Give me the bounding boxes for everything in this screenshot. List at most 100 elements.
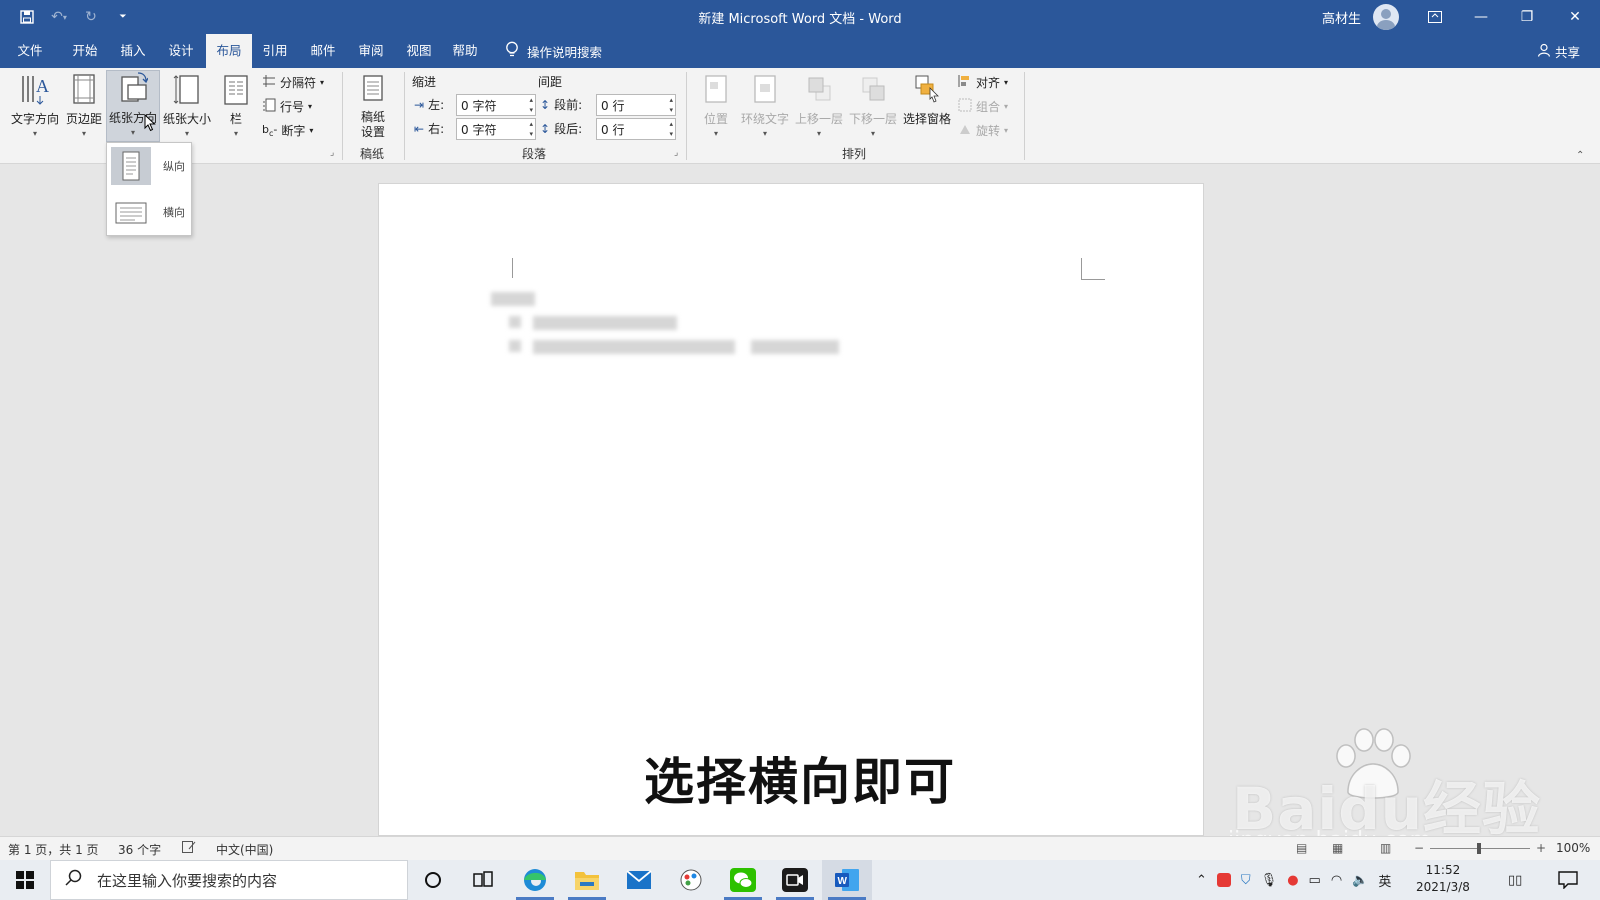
group-objects-icon [958, 98, 972, 115]
web-layout-icon[interactable]: ▥ [1380, 841, 1391, 855]
indent-right-input[interactable]: 0 字符 ▴ ▾ [456, 118, 536, 140]
send-backward-icon [858, 72, 888, 108]
tab-file[interactable]: 文件 [8, 34, 52, 68]
portrait-label: 纵向 [163, 160, 185, 173]
file-explorer-icon[interactable] [562, 860, 612, 900]
wifi-icon[interactable]: ◠ [1331, 873, 1342, 888]
wrap-text-button[interactable]: 环绕文字 ▾ [738, 72, 792, 138]
zoom-out-icon[interactable]: − [1414, 841, 1424, 855]
ime-indicator[interactable]: 英 [1378, 871, 1391, 890]
avatar[interactable] [1373, 4, 1399, 30]
position-label: 位置 [703, 112, 728, 126]
group-objects-button[interactable]: 组合 ▾ [958, 98, 1008, 115]
taskbar-search-input[interactable]: 在这里输入你要搜索的内容 [50, 860, 408, 900]
margins-button[interactable]: 页边距 ▾ [62, 72, 106, 138]
battery-icon[interactable]: ▭ [1309, 873, 1321, 888]
position-button[interactable]: 位置 ▾ [698, 72, 734, 138]
close-icon[interactable]: ✕ [1552, 0, 1598, 34]
cortana-icon[interactable] [408, 860, 458, 900]
spacing-before-input[interactable]: 0 行 ▴ ▾ [596, 94, 676, 116]
user-name[interactable]: 高材生 [1322, 8, 1361, 27]
indent-right-icon: ⇤ [414, 121, 425, 136]
wrap-text-icon [750, 72, 780, 108]
word-count[interactable]: 36 个字 [118, 841, 161, 858]
tell-me-search[interactable]: 操作说明搜索 [505, 34, 602, 68]
windows-start-icon[interactable] [0, 860, 50, 900]
video-recorder-icon[interactable] [770, 860, 820, 900]
mail-icon[interactable] [614, 860, 664, 900]
ribbon-display-options-icon[interactable] [1412, 0, 1458, 34]
tab-review[interactable]: 审阅 [348, 34, 394, 68]
zoom-slider-thumb[interactable] [1477, 843, 1481, 854]
hyphenation-icon: bc- [262, 122, 278, 139]
margins-label: 页边距 [65, 112, 102, 126]
read-mode-icon[interactable]: ▤ [1296, 841, 1307, 855]
taskbar-clock[interactable]: 11:52 2021/3/8 [1416, 862, 1470, 896]
page-setup-launcher-icon[interactable]: ⌟ [330, 148, 334, 158]
paint-app-icon[interactable] [666, 860, 716, 900]
text-direction-button[interactable]: A 文字方向 ▾ [8, 72, 62, 138]
blurred-text [509, 316, 521, 328]
tab-view[interactable]: 视图 [396, 34, 442, 68]
columns-icon [221, 72, 251, 108]
tab-design[interactable]: 设计 [158, 34, 204, 68]
bring-forward-button[interactable]: 上移一层 ▾ [792, 72, 846, 138]
svg-text:W: W [838, 876, 848, 887]
tab-references[interactable]: 引用 [252, 34, 298, 68]
hyphenation-button[interactable]: bc- 断字 ▾ [262, 122, 313, 139]
tab-insert[interactable]: 插入 [110, 34, 156, 68]
paragraph-launcher-icon[interactable]: ⌟ [674, 148, 678, 158]
spacing-after-input[interactable]: 0 行 ▴ ▾ [596, 118, 676, 140]
shield-icon[interactable]: ⛉ [1241, 873, 1251, 888]
qq-icon[interactable]: ● [1287, 873, 1298, 888]
tab-home[interactable]: 开始 [62, 34, 108, 68]
collapse-ribbon-icon[interactable]: ⌃ [1576, 150, 1584, 161]
paragraph-group-label: 段落 [522, 147, 547, 161]
spacing-before-label: ↕ 段前: [540, 97, 583, 113]
proofing-icon[interactable] [182, 841, 196, 856]
person-icon [1537, 43, 1551, 60]
manuscript-setup-button[interactable]: 稿纸 设置 [350, 72, 396, 140]
align-button[interactable]: 对齐 ▾ [958, 74, 1008, 91]
page-count[interactable]: 第 1 页，共 1 页 [8, 841, 99, 858]
tab-layout[interactable]: 布局 [206, 34, 252, 68]
send-backward-button[interactable]: 下移一层 ▾ [846, 72, 900, 138]
tab-mailings[interactable]: 邮件 [300, 34, 346, 68]
restore-icon[interactable]: ❐ [1504, 0, 1550, 34]
volume-icon[interactable]: 🔈 [1352, 873, 1368, 888]
tab-help[interactable]: 帮助 [442, 34, 488, 68]
selection-pane-label: 选择窗格 [902, 112, 951, 126]
tray-app-icon[interactable] [1216, 873, 1231, 887]
share-button[interactable]: 共享 [1537, 34, 1580, 68]
language-indicator[interactable]: 中文(中国) [216, 841, 273, 858]
meet-now-icon[interactable]: ▯▯ [1508, 860, 1522, 900]
notification-center-icon[interactable] [1558, 860, 1578, 900]
orientation-landscape-item[interactable]: 横向 [109, 191, 189, 233]
task-view-icon[interactable] [458, 860, 508, 900]
portrait-page-icon [111, 147, 151, 185]
selection-pane-button[interactable]: 选择窗格 [900, 72, 954, 127]
wechat-icon[interactable] [718, 860, 768, 900]
rotate-button[interactable]: 旋转 ▾ [958, 122, 1008, 139]
microphone-icon[interactable]: 🎙 [1261, 873, 1278, 888]
manuscript-icon [358, 72, 388, 108]
edge-browser-icon[interactable] [510, 860, 560, 900]
orientation-portrait-item[interactable]: 纵向 [109, 145, 189, 187]
print-layout-icon[interactable]: ▦ [1332, 841, 1343, 855]
size-button[interactable]: 纸张大小 ▾ [160, 72, 214, 138]
zoom-in-icon[interactable]: + [1536, 841, 1546, 855]
minimize-icon[interactable]: — [1458, 0, 1504, 34]
spacing-before-icon: ↕ [540, 97, 551, 112]
zoom-level[interactable]: 100% [1556, 841, 1590, 855]
margin-corner-mark [501, 258, 513, 278]
group-separator [686, 72, 687, 160]
landscape-label: 横向 [163, 206, 185, 219]
indent-left-input[interactable]: 0 字符 ▴ ▾ [456, 94, 536, 116]
columns-button[interactable]: 栏 ▾ [218, 72, 254, 138]
chevron-up-icon[interactable]: ⌃ [1196, 873, 1207, 888]
word-app-icon[interactable]: W [822, 860, 872, 900]
line-numbers-button[interactable]: 行号 ▾ [262, 98, 312, 115]
breaks-button[interactable]: 分隔符 ▾ [262, 74, 324, 91]
align-label: 对齐 [976, 76, 1001, 90]
document-page[interactable] [378, 183, 1204, 836]
